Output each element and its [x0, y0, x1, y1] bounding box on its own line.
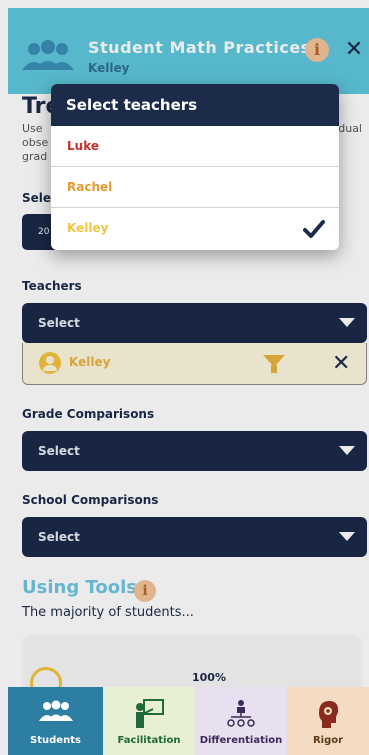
grade-comparisons-select[interactable]: Select — [22, 431, 367, 471]
grade-comparisons-label: Grade Comparisons — [22, 407, 155, 421]
people-icon — [38, 700, 73, 721]
teacher-board-icon — [136, 699, 164, 728]
teacher-option-label: Luke — [67, 139, 99, 153]
teachers-select[interactable]: Select — [22, 303, 367, 343]
people-icon — [22, 40, 74, 70]
modal-title: Select teachers — [51, 84, 339, 126]
app-header: Student Math Practices Kelley i ✕ — [8, 8, 369, 94]
chevron-down-icon — [339, 446, 355, 455]
percent-value: 100% — [192, 671, 226, 684]
teacher-option-label: Rachel — [67, 180, 113, 194]
filter-icon-stem — [271, 365, 277, 373]
teacher-option-rachel[interactable]: Rachel — [51, 167, 339, 208]
remove-teacher-button[interactable]: ✕ — [332, 351, 350, 376]
using-tools-title: Using Tools — [22, 577, 137, 598]
selected-teacher-name: Kelley — [69, 355, 111, 369]
teachers-label: Teachers — [22, 279, 82, 293]
head-gear-icon — [319, 701, 339, 728]
tab-students[interactable]: Students — [8, 687, 103, 755]
tab-rigor-label: Rigor — [312, 735, 344, 746]
bottom-nav: Students Facilitation Differentiation Ri… — [8, 687, 369, 755]
intro-line-1: Use — [22, 122, 43, 135]
teachers-select-value: Select — [38, 316, 80, 330]
school-comparisons-select[interactable]: Select — [22, 517, 367, 557]
tab-rigor[interactable]: Rigor — [287, 687, 369, 755]
school-comparisons-value: Select — [38, 530, 80, 544]
close-button[interactable]: ✕ — [344, 38, 364, 62]
hierarchy-icon — [227, 700, 255, 727]
tab-differentiation[interactable]: Differentiation — [195, 687, 287, 755]
tab-students-label: Students — [30, 735, 81, 746]
grade-comparisons-value: Select — [38, 444, 80, 458]
tab-facilitation[interactable]: Facilitation — [103, 687, 195, 755]
page-title: Student Math Practices — [88, 38, 311, 57]
chevron-down-icon — [339, 532, 355, 541]
teacher-option-luke[interactable]: Luke — [51, 126, 339, 167]
school-comparisons-label: School Comparisons — [22, 493, 159, 507]
info-icon[interactable]: i — [134, 580, 156, 602]
app-screen: Student Math Practices Kelley i ✕ Tre Us… — [0, 0, 369, 755]
teacher-option-kelley[interactable]: Kelley — [51, 208, 339, 249]
selected-teacher-chip: Kelley ✕ — [22, 343, 367, 385]
info-icon[interactable]: i — [305, 38, 329, 62]
teacher-option-label: Kelley — [67, 221, 109, 235]
teacher-subtitle: Kelley — [88, 61, 130, 75]
checkmark-icon — [303, 220, 325, 238]
select-label: Sele — [22, 191, 52, 205]
using-tools-subtitle: The majority of students... — [22, 605, 194, 620]
avatar-icon — [39, 352, 61, 374]
chevron-down-icon — [339, 318, 355, 327]
tab-facilitation-label: Facilitation — [117, 735, 181, 746]
intro-line-1-end: dual — [338, 122, 362, 135]
select-teachers-modal: Select teachers Luke Rachel Kelley — [51, 84, 339, 250]
tab-differentiation-label: Differentiation — [199, 735, 283, 746]
